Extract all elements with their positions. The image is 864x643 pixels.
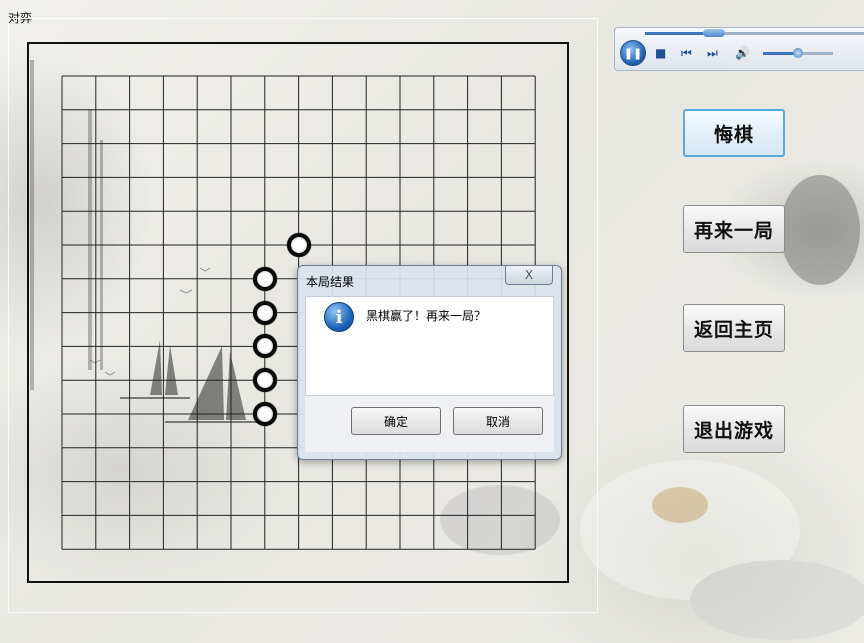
info-icon: i	[324, 302, 354, 332]
dialog-message: 黑棋赢了！再来一局？	[366, 309, 487, 323]
result-dialog: 本局结果 X i 黑棋赢了！再来一局？ 确定 取消	[297, 265, 562, 460]
seek-thumb[interactable]	[703, 29, 725, 37]
home-button[interactable]: 返回主页	[683, 304, 785, 352]
next-icon[interactable]: ⏭	[707, 46, 718, 60]
undo-button[interactable]: 悔棋	[683, 109, 785, 157]
previous-icon[interactable]: ⏮	[681, 46, 692, 60]
volume-icon[interactable]: 🔊	[735, 46, 750, 60]
volume-thumb[interactable]	[793, 48, 803, 58]
cancel-button[interactable]: 取消	[453, 407, 543, 435]
ok-button[interactable]: 确定	[351, 407, 441, 435]
dialog-title: 本局结果	[306, 275, 355, 289]
exit-button[interactable]: 退出游戏	[683, 405, 785, 453]
media-player: ❚❚ ■ ⏮ ⏭ 🔊	[614, 27, 864, 71]
stop-icon[interactable]: ■	[655, 46, 666, 60]
pause-icon[interactable]: ❚❚	[620, 40, 646, 66]
close-icon[interactable]: X	[505, 266, 553, 285]
restart-button[interactable]: 再来一局	[683, 205, 785, 253]
